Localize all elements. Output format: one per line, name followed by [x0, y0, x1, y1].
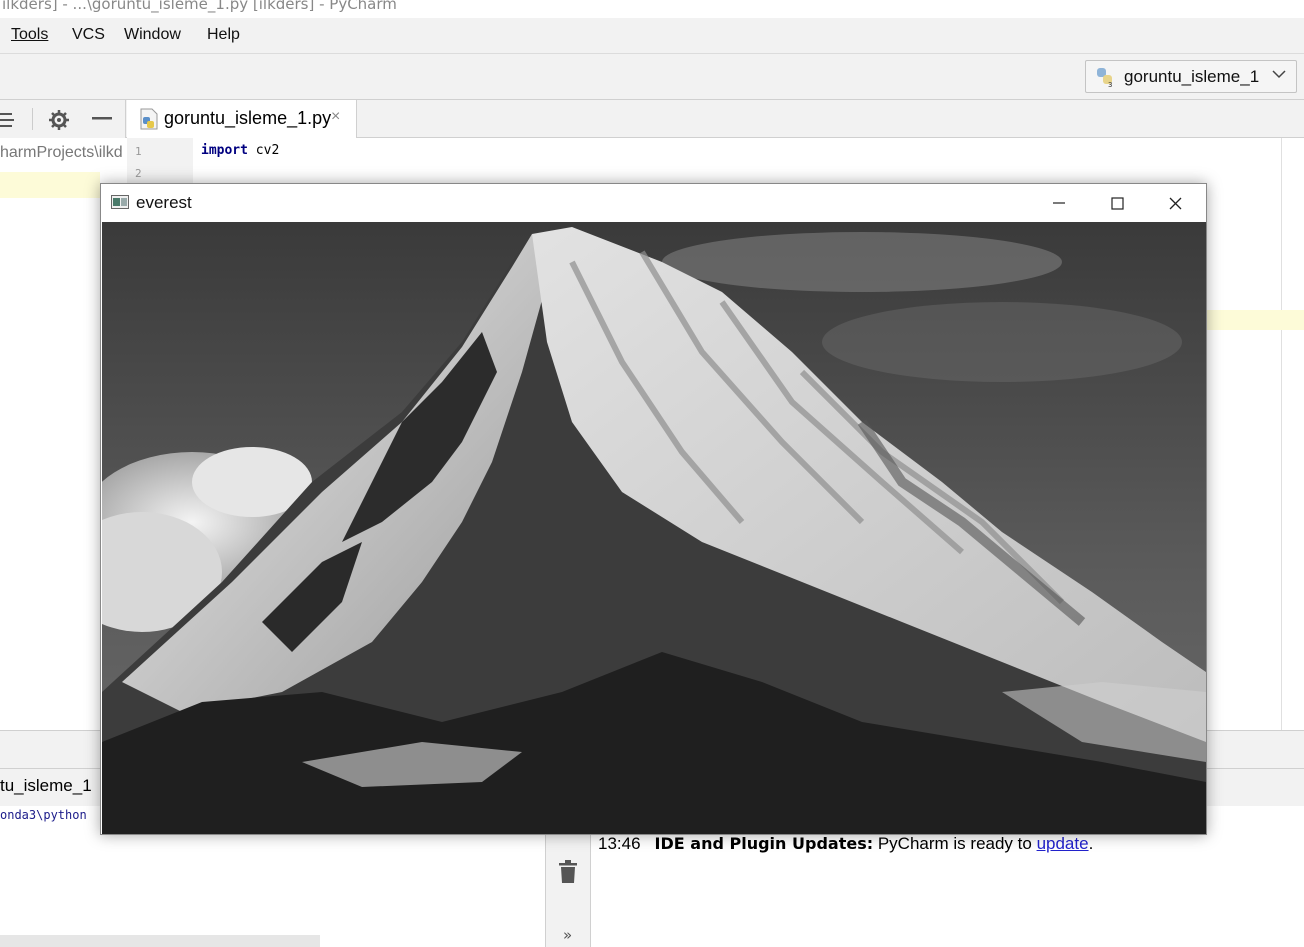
run-tab-label[interactable]: tu_isleme_1 — [0, 776, 92, 796]
project-selected-row[interactable] — [0, 172, 100, 198]
python-icon: 3 — [1097, 68, 1112, 88]
caret-line-highlight — [1206, 310, 1304, 330]
gear-icon[interactable] — [48, 109, 70, 131]
maximize-button[interactable] — [1088, 184, 1146, 222]
chevron-down-icon — [1272, 70, 1286, 79]
expand-more-icon[interactable]: » — [563, 926, 572, 944]
event-time: 13:46 — [598, 834, 641, 853]
hide-panel-icon[interactable] — [92, 117, 112, 121]
menu-help[interactable]: Help — [207, 26, 240, 44]
update-link[interactable]: update — [1037, 834, 1089, 853]
close-button[interactable] — [1146, 184, 1204, 222]
close-tab-icon[interactable]: × — [331, 108, 340, 126]
status-bar-fragment — [0, 935, 320, 947]
line-number: 2 — [135, 167, 142, 180]
event-message: PyCharm is ready to — [873, 834, 1037, 853]
collapse-all-icon[interactable] — [0, 110, 16, 130]
image-window-titlebar[interactable]: everest — [101, 184, 1206, 222]
minimize-icon — [1053, 202, 1065, 204]
event-log-entry: 13:46 IDE and Plugin Updates: PyCharm is … — [598, 834, 1094, 853]
maximize-icon — [1111, 197, 1124, 210]
menu-vcs[interactable]: VCS — [72, 26, 105, 44]
menu-bar: Tools VCS Window Help — [0, 18, 1304, 54]
project-toolbar — [0, 100, 126, 138]
app-window-icon — [111, 195, 129, 209]
event-title: IDE and Plugin Updates: — [654, 834, 874, 853]
run-configuration-selector[interactable]: 3 goruntu_isleme_1 — [1085, 60, 1297, 93]
project-path[interactable]: harmProjects\ilkd — [0, 144, 126, 162]
trash-icon[interactable] — [558, 860, 578, 884]
console-output-line: onda3\python — [0, 808, 87, 822]
image-window[interactable]: everest — [100, 183, 1207, 835]
minimize-button[interactable] — [1030, 184, 1088, 222]
python-file-icon — [140, 108, 158, 130]
close-icon — [1169, 197, 1182, 210]
mountain-image — [102, 222, 1206, 834]
right-margin-guide — [1281, 138, 1282, 730]
svg-text:3: 3 — [1108, 81, 1112, 88]
editor-tab-label: goruntu_isleme_1.py — [164, 108, 332, 128]
image-window-title: everest — [136, 193, 192, 212]
code-line[interactable]: import cv2 — [201, 143, 279, 158]
editor-tab-goruntu-isleme[interactable]: goruntu_isleme_1.py × — [127, 100, 357, 138]
menu-window[interactable]: Window — [124, 26, 181, 44]
menu-tools[interactable]: Tools — [11, 26, 48, 44]
ide-window-title: ilkders] - ...\goruntu_isleme_1.py [ilkd… — [0, 0, 1304, 16]
line-number: 1 — [135, 145, 142, 158]
run-configuration-label: goruntu_isleme_1 — [1124, 67, 1260, 86]
